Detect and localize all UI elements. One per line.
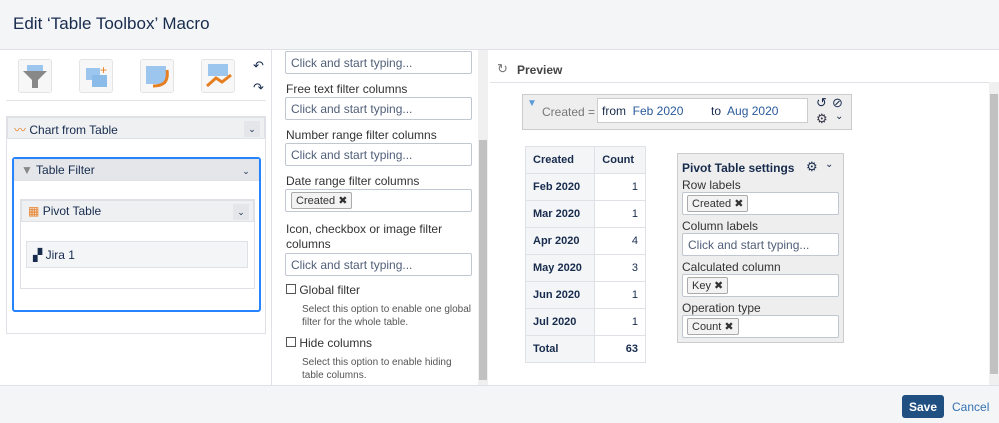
row-labels-input[interactable]: Created ✖ [682,192,839,215]
table-join-tool-button[interactable]: + [79,59,113,93]
date-range-tag: Created ✖ [291,192,353,209]
chart-icon: 〰 [14,123,27,137]
chevron-down-icon[interactable]: ⌄ [835,111,843,122]
icon-filter-label: Icon, checkbox or image filter columns [286,222,443,251]
date-range-label: Date range filter columns [286,174,420,188]
chart-tool-button[interactable] [201,59,235,93]
table-transformer-tool-button[interactable] [140,59,174,93]
preview-title: Preview [517,63,563,77]
chevron-down-icon[interactable]: ⌄ [244,121,260,137]
dialog-footer: Save Cancel [0,385,999,423]
hide-columns-checkbox[interactable]: Hide columns [286,336,372,350]
pivot-table-label: Pivot Table [42,204,102,218]
gear-icon[interactable]: ⚙ [816,111,828,127]
save-button[interactable]: Save [902,395,944,418]
table-row: May 2020 3 [524,254,646,282]
preview-scrollbar[interactable] [989,82,999,385]
table-row: Jul 2020 1 [524,308,646,336]
jira-macro-item[interactable]: ▞ Jira 1 [26,241,248,268]
filter-label: Created = [542,105,596,119]
filter-icon: ▼ [527,98,537,109]
refresh-icon[interactable]: ↻ [497,61,508,77]
chart-from-table-label: Chart from Table [29,123,118,137]
row-labels-label: Row labels [682,178,741,192]
dialog-header: Edit ‘Table Toolbox’ Macro [0,0,999,50]
icon-filter-input[interactable]: Click and start typing... [285,253,472,276]
cancel-link[interactable]: Cancel [952,400,989,414]
table-filter-header[interactable]: ▼ Table Filter ⌄ [14,159,259,181]
pivot-icon: ▦ [28,204,40,218]
global-filter-help: Select this option to enable one global … [302,304,472,328]
number-range-input[interactable]: Click and start typing... [285,143,472,166]
date-range-input[interactable]: Created ✖ [285,189,472,212]
operation-type-input[interactable]: Count ✖ [682,315,839,338]
svg-text:+: + [100,63,107,77]
undo-icon[interactable]: ↶ [253,58,264,74]
pivot-settings-title: Pivot Table settings [682,161,795,175]
jira-label: Jira 1 [45,248,75,262]
table-row: Jun 2020 1 [524,281,646,309]
free-text-input[interactable]: Click and start typing... [285,97,472,120]
table-row: Apr 2020 4 [524,227,646,255]
number-range-label: Number range filter columns [286,128,437,142]
column-labels-label: Column labels [682,219,759,233]
chevron-down-icon[interactable]: ⌄ [825,159,833,170]
table-row: Mar 2020 1 [524,200,646,228]
table-header-row: Created Count [524,146,646,174]
date-range-filter-input[interactable]: from Feb 2020 to Aug 2020 [597,98,808,123]
dialog-title: Edit ‘Table Toolbox’ Macro [13,14,210,33]
scrollbar[interactable] [478,50,488,385]
filter-columns-input[interactable]: Click and start typing... [285,51,472,74]
table-filter-container: ▼ Table Filter ⌄ ▦ Pivot Table ⌄ ▞ Jira 1 [12,157,261,312]
redo-icon[interactable]: ↷ [253,80,264,96]
calculated-column-label: Calculated column [682,260,781,274]
table-filter-label: Table Filter [36,163,95,177]
global-filter-checkbox[interactable]: Global filter [286,283,360,297]
pivot-table-header[interactable]: ▦ Pivot Table ⌄ [21,200,254,222]
calculated-column-input[interactable]: Key ✖ [682,274,839,297]
table-row: Feb 2020 1 [524,173,646,201]
jira-icon: ▞ [33,248,43,262]
chart-from-table-header[interactable]: 〰 Chart from Table ⌄ [7,117,265,139]
gear-icon[interactable]: ⚙ [806,159,818,175]
pivot-settings-panel: Pivot Table settings ⚙ ⌄ Row labels Crea… [677,153,844,343]
table-total-row: Total 63 [524,335,646,363]
clear-icon[interactable]: ⊘ [832,95,843,111]
reset-icon[interactable]: ↺ [816,95,827,111]
operation-type-label: Operation type [682,301,761,315]
chevron-down-icon[interactable]: ⌄ [238,163,254,179]
filter-icon: ▼ [21,163,33,177]
pivot-result-table: Created Count Feb 2020 1 Mar 2020 1 Apr 202… [524,146,646,363]
hide-columns-help: Select this option to enable hiding tabl… [302,357,452,381]
table-filter-tool-button[interactable] [18,59,52,93]
free-text-label: Free text filter columns [286,82,408,96]
chevron-down-icon[interactable]: ⌄ [233,204,249,220]
filter-bar: ▼ Created = from Feb 2020 to Aug 2020 ↺ … [522,94,852,130]
column-labels-input[interactable]: Click and start typing... [682,233,839,256]
